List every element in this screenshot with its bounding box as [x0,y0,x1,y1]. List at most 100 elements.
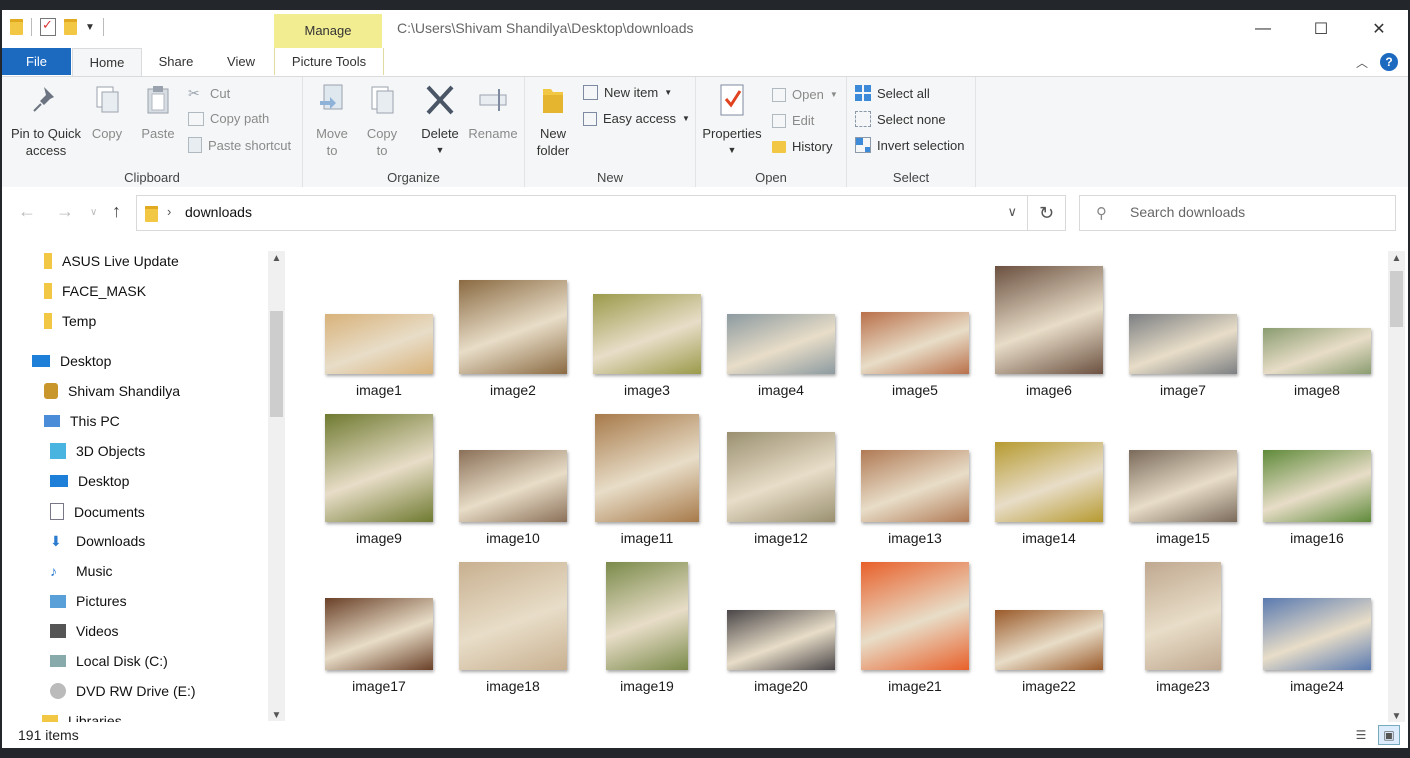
scroll-up-icon[interactable]: ▲ [1388,253,1405,264]
minimize-ribbon-icon[interactable]: ︿ [1356,54,1368,71]
pin-icon [33,87,54,112]
copy-path-button[interactable]: Copy path [188,111,269,126]
minimize-button[interactable]: — [1234,10,1292,48]
properties-button[interactable]: Properties ▼ [700,83,764,159]
cut-label: Cut [210,85,231,101]
nav-item[interactable]: Documents [50,503,145,520]
nav-item[interactable]: Shivam Shandilya [44,383,180,399]
nav-scrollbar-thumb[interactable] [270,311,283,417]
pin-to-quick-access-button[interactable]: Pin to Quick access [8,83,84,159]
breadcrumb[interactable]: downloads [185,204,252,220]
recent-locations-icon[interactable]: ∨ [90,207,97,218]
chevron-right-icon[interactable]: › [167,204,171,219]
details-view-icon[interactable]: ☰ [1350,725,1372,745]
nav-item[interactable]: ⬇ Downloads [50,533,145,549]
file-name: image14 [1022,530,1076,546]
rename-label: Rename [468,126,518,141]
file-name: image7 [1160,382,1206,398]
nav-item[interactable]: Pictures [50,593,127,609]
new-item-button[interactable]: New item ▼ [583,85,672,100]
address-bar[interactable]: › downloads ∨ [136,195,1028,231]
image-thumbnail [727,610,835,670]
paste-button[interactable]: Paste [136,83,180,142]
copy-label: Copy [91,126,123,141]
scroll-down-icon[interactable]: ▼ [268,710,285,721]
tab-share[interactable]: Share [152,48,200,75]
nav-item[interactable]: Videos [50,623,119,639]
paste-shortcut-button[interactable]: Paste shortcut [188,137,291,153]
image-thumbnail [606,562,688,670]
back-arrow-icon[interactable]: ← [18,201,36,222]
scroll-down-icon[interactable]: ▼ [1388,711,1405,722]
tab-file[interactable]: File [2,48,71,75]
nav-item[interactable]: 3D Objects [50,443,145,459]
content-scrollbar-thumb[interactable] [1390,271,1403,327]
nav-item[interactable]: Desktop [32,353,111,369]
tab-home[interactable]: Home [72,48,142,77]
chevron-down-icon[interactable]: ▼ [417,142,463,159]
cut-button[interactable]: ✂ Cut [188,85,230,101]
film-icon [50,624,66,638]
image-thumbnail [459,280,567,374]
copy-to-button[interactable]: Copy to [363,83,401,159]
select-all-button[interactable]: Select all [855,85,930,101]
delete-button[interactable]: Delete ▼ [417,83,463,159]
chevron-down-icon[interactable]: ∨ [1007,204,1017,220]
nav-item[interactable]: Temp [44,313,96,329]
nav-item[interactable]: Desktop [50,473,129,489]
large-icons-view-icon[interactable]: ▣ [1378,725,1400,745]
close-button[interactable]: ✕ [1350,10,1408,48]
folder-icon [44,283,52,299]
image-thumbnail [727,432,835,522]
quick-access-toolbar: ▼ [10,17,104,36]
content-scrollbar[interactable]: ▲ ▼ [1388,251,1405,722]
invert-selection-button[interactable]: Invert selection [855,137,964,153]
tab-view[interactable]: View [220,48,262,75]
properties-label: Properties [702,126,762,141]
open-button[interactable]: Open ▼ [772,87,838,102]
file-name: image5 [892,382,938,398]
history-label: History [792,139,833,154]
nav-item[interactable]: ♪ Music [50,563,113,579]
nav-item[interactable]: This PC [44,413,120,429]
easy-access-icon [583,111,597,126]
folder-icon[interactable] [10,19,23,35]
rename-button[interactable]: Rename [467,83,519,142]
new-folder-icon[interactable] [64,19,77,35]
nav-item[interactable]: FACE_MASK [44,283,146,299]
nav-item[interactable]: DVD RW Drive (E:) [50,683,196,699]
nav-item[interactable]: Libraries [42,713,122,722]
file-name: image23 [1156,678,1210,694]
chevron-down-icon[interactable]: ▼ [700,142,764,159]
manage-contextual-tab[interactable]: Manage [274,14,382,48]
up-arrow-icon[interactable]: ↑ [112,201,121,222]
refresh-button[interactable]: ↻ [1028,195,1066,231]
image-thumbnail [861,562,969,670]
move-to-label-line2: to [326,143,338,158]
nav-item-label: Desktop [78,473,130,489]
copy-button[interactable]: Copy [86,83,128,142]
properties-icon[interactable] [40,17,56,36]
image-thumbnail [1263,328,1371,374]
nav-scrollbar[interactable]: ▲ ▼ [268,251,285,721]
tab-picture-tools[interactable]: Picture Tools [274,48,384,75]
select-none-button[interactable]: Select none [855,111,946,127]
image-thumbnail [325,598,433,670]
easy-access-button[interactable]: Easy access ▼ [583,111,690,126]
help-icon[interactable]: ? [1380,53,1398,71]
new-folder-button[interactable]: New folder [531,83,575,159]
nav-item-label: Documents [74,503,145,520]
nav-item[interactable]: Local Disk (C:) [50,653,168,669]
search-box[interactable]: ⚲ [1079,195,1396,231]
maximize-button[interactable]: ☐ [1292,10,1350,48]
edit-button[interactable]: Edit [772,113,814,128]
move-to-button[interactable]: Move to [313,83,351,159]
customize-qat-icon[interactable]: ▼ [85,22,95,33]
copy-to-label-line1: Copy [366,126,398,141]
nav-item[interactable]: ASUS Live Update [44,253,179,269]
navigation-pane: ASUS Live Update FACE_MASK Temp Desktop Shiv… [2,239,288,722]
scroll-up-icon[interactable]: ▲ [268,253,285,264]
search-input[interactable] [1128,203,1382,221]
history-button[interactable]: History [772,139,832,154]
forward-arrow-icon[interactable]: → [56,201,74,222]
